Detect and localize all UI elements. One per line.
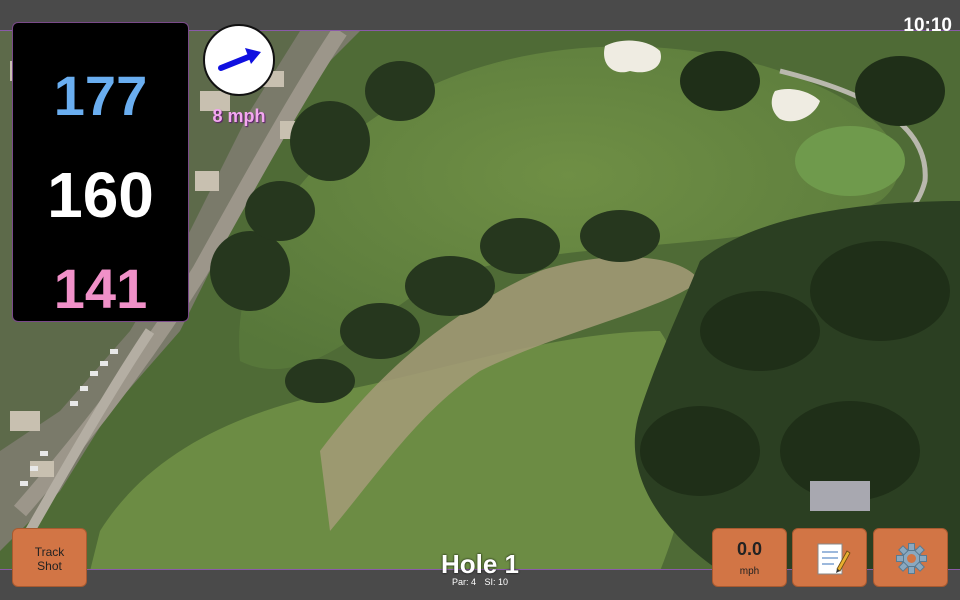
front-distance: 141 bbox=[53, 257, 148, 320]
speed-unit: mph bbox=[739, 566, 760, 577]
notes-button[interactable] bbox=[792, 528, 867, 587]
center-distance: 160 bbox=[47, 159, 154, 231]
hole-stroke-index: SI: 10 bbox=[484, 577, 509, 587]
hole-title: Hole 1 bbox=[440, 549, 520, 579]
hole-par: Par: 4 bbox=[451, 577, 476, 587]
gear-icon bbox=[896, 543, 927, 574]
wind-speed: 8 mph bbox=[212, 106, 266, 126]
clock: 10:10 bbox=[903, 15, 952, 36]
settings-button[interactable] bbox=[873, 528, 948, 587]
speed-value: 0.0 bbox=[736, 539, 763, 559]
track-shot-label-2: Shot bbox=[37, 559, 62, 573]
track-shot-label-1: Track bbox=[34, 545, 65, 559]
golf-gps-screen: 10:10 177 160 141 8 mph Track Shot Hole … bbox=[0, 0, 960, 600]
notepad-icon bbox=[817, 543, 851, 575]
wind-direction-dial bbox=[203, 24, 275, 96]
arrow-east-northeast-icon bbox=[218, 48, 261, 71]
speed-button[interactable]: 0.0 mph bbox=[712, 528, 787, 587]
distance-panel: 177 160 141 bbox=[12, 22, 189, 322]
track-shot-button[interactable]: Track Shot bbox=[12, 528, 87, 587]
hole-info: Par: 4 SI: 10 bbox=[420, 577, 540, 587]
back-distance: 177 bbox=[53, 64, 148, 127]
